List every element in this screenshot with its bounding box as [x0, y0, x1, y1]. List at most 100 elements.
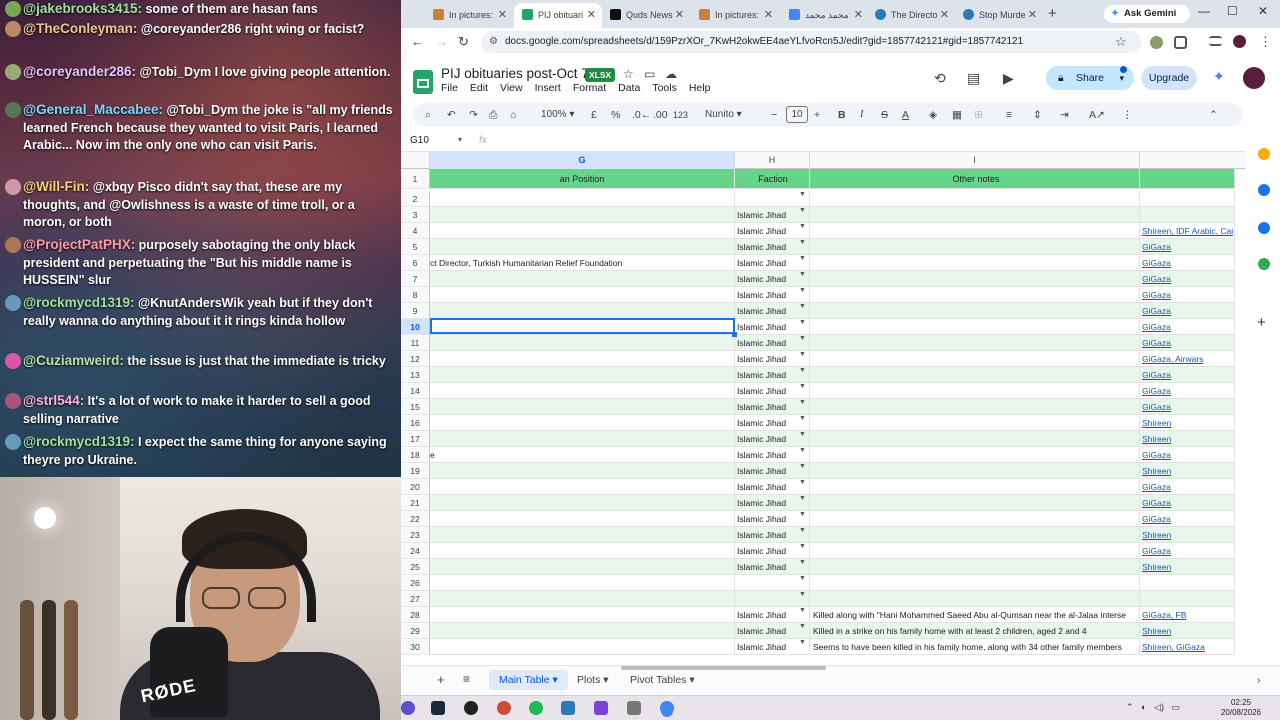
cell-other-notes[interactable]	[810, 367, 1140, 382]
header-cell-i[interactable]: Other notes	[810, 169, 1140, 188]
chevron-down-icon[interactable]: ▾	[458, 135, 462, 144]
chevron-down-icon[interactable]: ▼	[799, 527, 806, 534]
menu-help[interactable]: Help	[689, 82, 711, 94]
steam-icon[interactable]	[431, 701, 445, 715]
text-rotation-icon[interactable]: A↗	[1089, 109, 1105, 121]
cell-sources-link[interactable]: GiGaza	[1140, 511, 1235, 526]
ask-gemini-button[interactable]: ✦ Ask Gemini	[1104, 5, 1190, 23]
tab-main-table[interactable]: Main Table ▾	[489, 670, 568, 690]
cell-position[interactable]	[430, 591, 735, 606]
cell-sources-link[interactable]: Shireen	[1140, 431, 1235, 446]
battery-icon[interactable]: ▭	[1171, 702, 1180, 712]
row-number[interactable]: 25	[401, 559, 430, 575]
browser-tab[interactable]: In pictures: ✕	[691, 3, 779, 28]
row-number[interactable]: 8	[401, 287, 430, 303]
close-icon[interactable]: ✕	[764, 3, 773, 27]
undo-icon[interactable]: ↶	[447, 109, 456, 121]
cell-position[interactable]	[430, 303, 735, 318]
row-number[interactable]: 2	[401, 191, 430, 207]
cell-other-notes[interactable]	[810, 479, 1140, 494]
row-number[interactable]: 19	[401, 463, 430, 479]
cell-position[interactable]	[430, 575, 735, 590]
browser-menu-icon[interactable]: ⋮	[1259, 34, 1272, 50]
cell-other-notes[interactable]	[810, 207, 1140, 222]
chevron-down-icon[interactable]: ▼	[799, 623, 806, 630]
browser-tab[interactable]: In pictures: ✕	[425, 3, 513, 28]
cell-sources-link[interactable]: GiGaza	[1140, 447, 1235, 462]
cloud-status-icon[interactable]: ☁	[665, 67, 677, 81]
menu-insert[interactable]: Insert	[535, 82, 561, 94]
cell-sources-link[interactable]: GiGaza	[1140, 479, 1235, 494]
cell-other-notes[interactable]	[810, 351, 1140, 366]
cell-position[interactable]	[430, 479, 735, 494]
volume-icon[interactable]: ◁)	[1154, 702, 1164, 712]
collapse-toolbar-icon[interactable]: ⌃	[1209, 109, 1218, 121]
row-number[interactable]: 5	[401, 239, 430, 255]
zoom-select[interactable]: 100% ▾	[541, 109, 574, 120]
tasks-icon[interactable]	[1258, 184, 1270, 196]
gemini-icon[interactable]: ✦	[1213, 68, 1225, 85]
all-sheets-icon[interactable]: ≡	[463, 672, 470, 686]
redo-icon[interactable]: ↷	[469, 109, 478, 121]
menu-file[interactable]: File	[441, 82, 458, 94]
app-icon[interactable]	[594, 701, 608, 715]
chevron-down-icon[interactable]: ▼	[799, 399, 806, 406]
chevron-down-icon[interactable]: ▼	[799, 319, 806, 326]
chevron-down-icon[interactable]: ▼	[799, 223, 806, 230]
font-size-input[interactable]: 10	[786, 106, 808, 123]
cell-sources-link[interactable]: Shireen	[1140, 559, 1235, 574]
cell-position[interactable]	[430, 463, 735, 478]
spotify-icon[interactable]	[529, 701, 543, 715]
cell-sources-link[interactable]: GiGaza	[1140, 319, 1235, 334]
cell-other-notes[interactable]	[810, 415, 1140, 430]
cell-position[interactable]	[430, 191, 735, 206]
cell-other-notes[interactable]	[810, 303, 1140, 318]
chevron-down-icon[interactable]: ▼	[799, 367, 806, 374]
cell-sources-link[interactable]: GiGaza, Airwars	[1140, 351, 1235, 366]
cell-position[interactable]	[430, 495, 735, 510]
chevron-down-icon[interactable]: ▼	[799, 607, 806, 614]
column-header-g[interactable]: G	[430, 152, 735, 169]
align-left-icon[interactable]: ≡	[1006, 109, 1012, 121]
chevron-down-icon[interactable]: ▼	[799, 335, 806, 342]
network-icon[interactable]: ◐	[1141, 702, 1146, 712]
borders-icon[interactable]: ▦	[952, 109, 962, 121]
maps-icon[interactable]	[1258, 258, 1270, 270]
obs-icon[interactable]	[464, 701, 478, 715]
chevron-down-icon[interactable]: ▼	[799, 207, 806, 214]
menu-edit[interactable]: Edit	[470, 82, 488, 94]
menu-tools[interactable]: Tools	[652, 82, 677, 94]
row-number[interactable]: 3	[401, 207, 430, 223]
app-icon[interactable]	[401, 701, 415, 715]
cell-position[interactable]	[430, 383, 735, 398]
contacts-icon[interactable]	[1258, 222, 1270, 234]
row-number[interactable]: 29	[401, 623, 430, 639]
row-number[interactable]: 23	[401, 527, 430, 543]
fill-handle[interactable]	[732, 332, 737, 337]
cell-position[interactable]	[430, 607, 735, 622]
chevron-down-icon[interactable]: ▼	[799, 431, 806, 438]
browser-tab[interactable]: Quds News ✕	[602, 3, 690, 28]
avatar[interactable]	[1243, 67, 1265, 89]
upgrade-button[interactable]: Upgrade	[1141, 66, 1197, 90]
app-icon[interactable]	[627, 701, 641, 715]
comments-icon[interactable]: ▤	[967, 70, 980, 87]
text-wrap-icon[interactable]: ⇥	[1060, 109, 1069, 121]
close-icon[interactable]: ✕	[1028, 3, 1037, 27]
cell-sources-link[interactable]: Shireen	[1140, 623, 1235, 638]
cell-other-notes[interactable]	[810, 239, 1140, 254]
formula-input[interactable]: fx	[479, 135, 487, 146]
new-tab-button[interactable]: +	[1048, 3, 1057, 25]
row-number[interactable]: 6	[401, 255, 430, 271]
decrease-decimal-button[interactable]: .0←	[632, 109, 651, 121]
chevron-down-icon[interactable]: ▼	[799, 463, 806, 470]
cell-other-notes[interactable]	[810, 447, 1140, 462]
column-header-j[interactable]	[1140, 152, 1235, 169]
chevron-down-icon[interactable]: ▼	[799, 271, 806, 278]
star-icon[interactable]: ☆	[623, 67, 634, 81]
clock[interactable]: 02:25 20/08/2026	[1210, 698, 1272, 718]
cell-position[interactable]	[430, 399, 735, 414]
cell-position[interactable]	[430, 527, 735, 542]
profile-avatar[interactable]	[1233, 35, 1246, 48]
cell-other-notes[interactable]	[810, 335, 1140, 350]
